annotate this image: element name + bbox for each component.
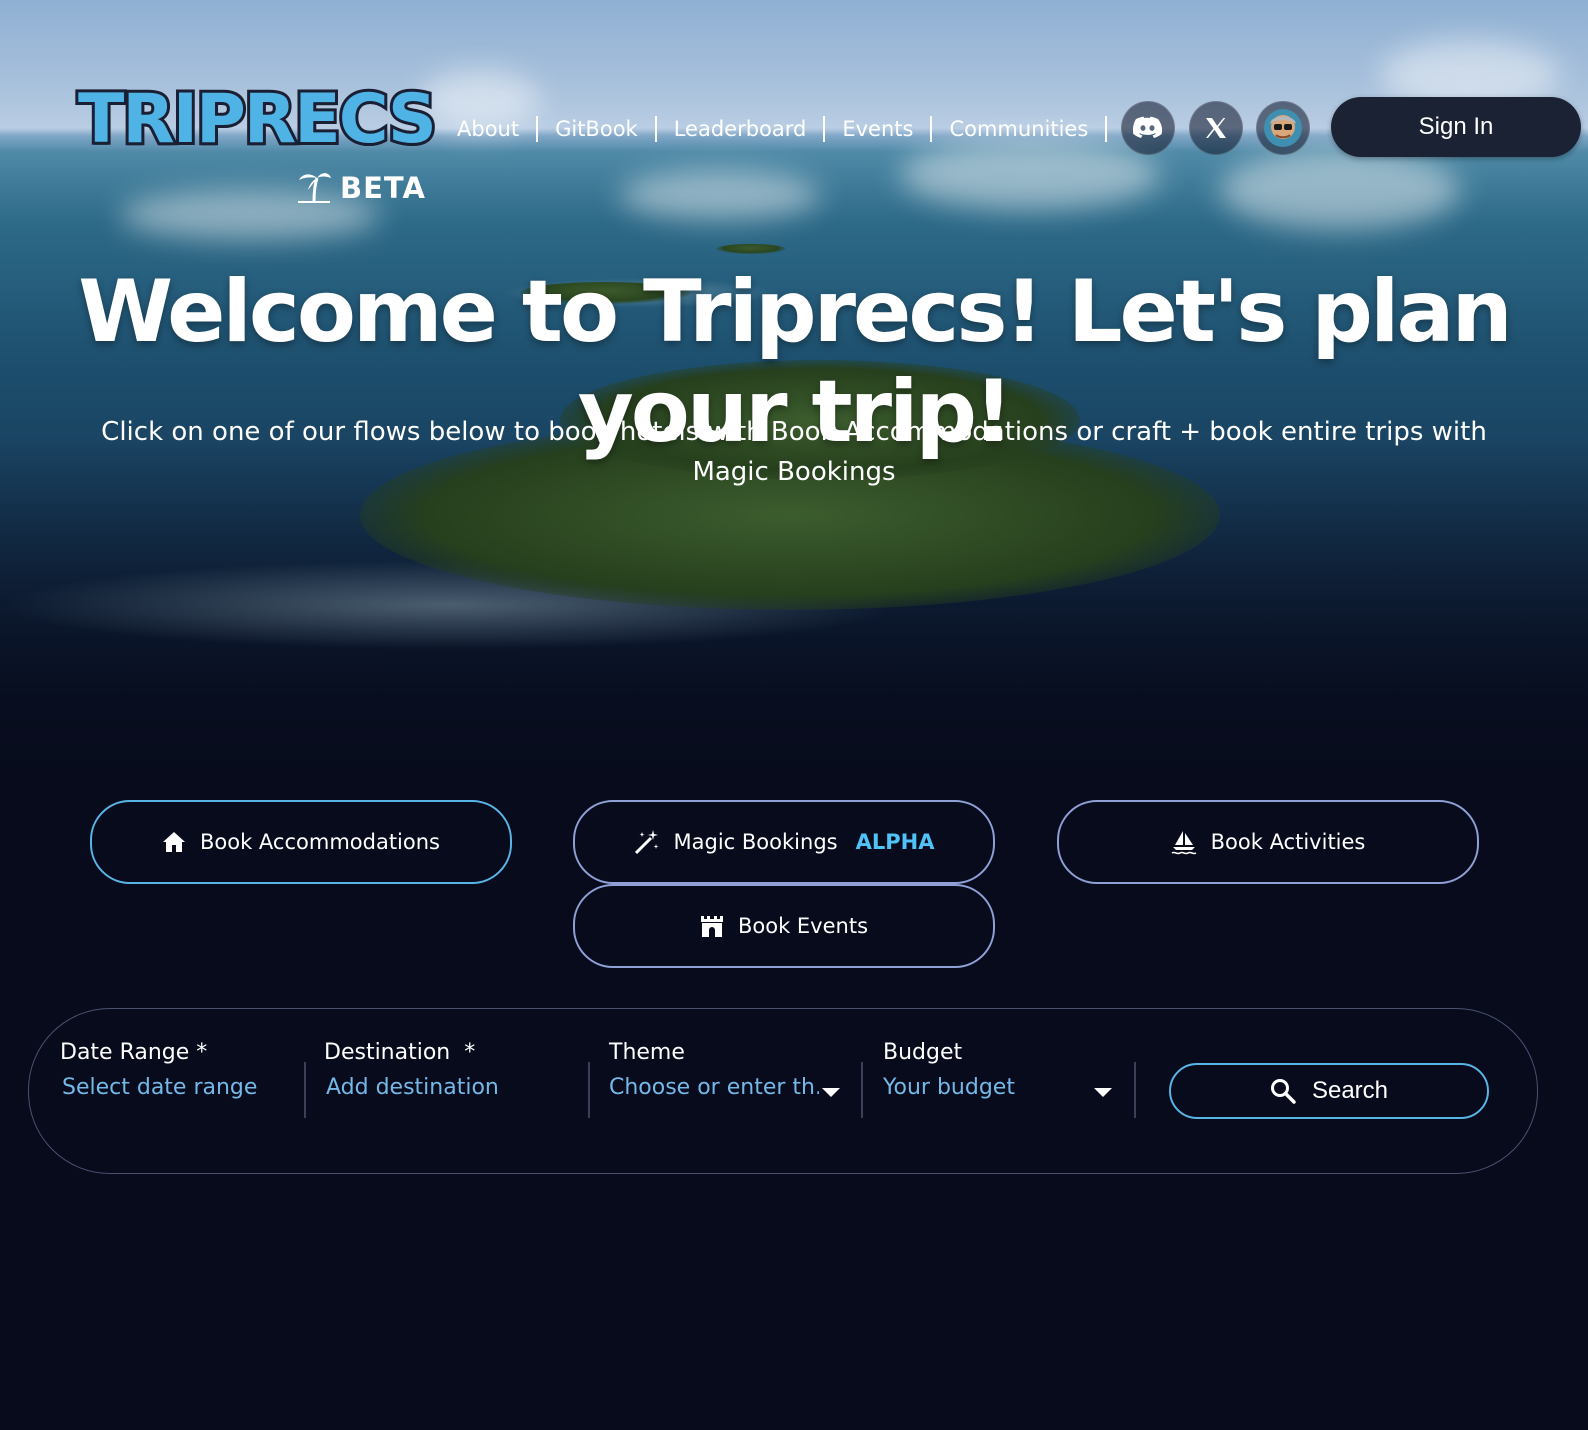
budget-select[interactable]: Your budget <box>883 1075 1015 1100</box>
x-icon <box>1206 118 1226 138</box>
beta-badge: BETA <box>296 168 426 208</box>
book-activities-button[interactable]: Book Activities <box>1057 800 1479 884</box>
book-events-button[interactable]: Book Events <box>573 884 995 968</box>
search-icon <box>1270 1079 1296 1104</box>
discord-button[interactable] <box>1121 101 1175 155</box>
chevron-down-icon[interactable] <box>1094 1088 1112 1097</box>
nav-events[interactable]: Events <box>842 117 913 141</box>
nav-communities[interactable]: Communities <box>949 117 1088 141</box>
book-events-label: Book Events <box>737 914 869 938</box>
beta-label: BETA <box>340 171 426 205</box>
nav-separator <box>536 116 539 142</box>
book-activities-label: Book Activities <box>1210 830 1366 854</box>
nav-gitbook[interactable]: GitBook <box>555 117 638 141</box>
theme-select[interactable]: Choose or enter th... <box>609 1075 819 1100</box>
logo-wordmark: TRIPRECS <box>75 77 440 162</box>
nav-separator <box>654 116 657 142</box>
budget-field[interactable]: Budget Your budget <box>883 1040 1015 1100</box>
book-accommodations-button[interactable]: Book Accommodations <box>90 800 512 884</box>
nav-leaderboard[interactable]: Leaderboard <box>674 117 807 141</box>
nav-separator <box>823 116 826 142</box>
destination-input[interactable]: Add destination <box>326 1075 499 1100</box>
main-nav: About GitBook Leaderboard Events Communi… <box>457 110 1124 148</box>
avatar <box>1264 109 1302 147</box>
theme-field[interactable]: Theme Choose or enter th... <box>609 1040 819 1100</box>
page-subtitle: Click on one of our flows below to book … <box>101 417 1487 487</box>
budget-label: Budget <box>883 1040 963 1065</box>
field-divider <box>861 1062 863 1118</box>
sign-in-button[interactable]: Sign In <box>1331 97 1581 157</box>
destination-field[interactable]: Destination * Add destination <box>324 1040 499 1100</box>
discord-icon <box>1133 116 1163 138</box>
field-divider <box>1134 1062 1136 1118</box>
sailboat-icon <box>1171 831 1197 855</box>
field-divider <box>588 1062 590 1118</box>
palm-tree-icon <box>296 168 332 208</box>
nav-separator <box>930 116 933 142</box>
search-button-label: Search <box>1311 1077 1389 1104</box>
theme-label: Theme <box>609 1040 685 1065</box>
destination-label: Destination * <box>324 1040 476 1065</box>
home-icon <box>162 832 185 852</box>
chevron-down-icon[interactable] <box>822 1088 840 1097</box>
magic-bookings-label: Magic Bookings <box>673 830 838 854</box>
date-range-input[interactable]: Select date range <box>62 1075 257 1100</box>
nav-about[interactable]: About <box>457 117 519 141</box>
castle-icon <box>700 916 723 937</box>
date-range-field[interactable]: Date Range * Select date range <box>60 1040 257 1100</box>
field-divider <box>304 1062 306 1118</box>
profile-avatar-button[interactable] <box>1256 101 1310 155</box>
date-range-label: Date Range * <box>60 1040 208 1065</box>
triprecs-logo[interactable]: TRIPRECS <box>75 77 440 162</box>
book-accommodations-label: Book Accommodations <box>199 830 440 854</box>
nav-separator <box>1105 116 1108 142</box>
alpha-badge: ALPHA <box>855 830 935 854</box>
x-button[interactable] <box>1189 101 1243 155</box>
magic-wand-icon <box>634 830 659 855</box>
magic-bookings-button[interactable]: Magic Bookings ALPHA <box>573 800 995 884</box>
search-button[interactable]: Search <box>1169 1063 1489 1119</box>
